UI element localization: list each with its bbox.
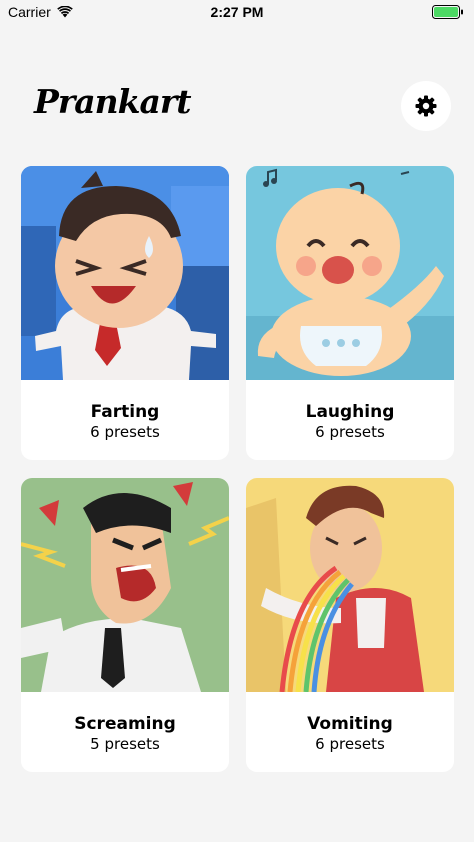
status-time: 2:27 PM xyxy=(210,4,264,20)
card-label-laughing: Laughing 6 presets xyxy=(246,380,454,460)
card-title: Laughing xyxy=(305,402,395,422)
category-card-screaming[interactable]: Screaming 5 presets xyxy=(21,478,229,772)
category-card-vomiting[interactable]: Vomiting 6 presets xyxy=(246,478,454,772)
screaming-illustration xyxy=(21,478,229,692)
card-title: Vomiting xyxy=(307,714,393,734)
card-label-screaming: Screaming 5 presets xyxy=(21,692,229,772)
vomiting-illustration xyxy=(246,478,454,692)
battery-icon xyxy=(432,5,463,19)
card-preset-count: 5 presets xyxy=(90,735,160,753)
farting-illustration xyxy=(21,166,229,380)
card-label-farting: Farting 6 presets xyxy=(21,380,229,460)
card-title: Screaming xyxy=(74,714,176,734)
card-preset-count: 6 presets xyxy=(90,423,160,441)
gear-icon xyxy=(415,95,437,117)
card-preset-count: 6 presets xyxy=(315,735,385,753)
settings-button[interactable] xyxy=(401,81,451,131)
card-preset-count: 6 presets xyxy=(315,423,385,441)
laughing-illustration xyxy=(246,166,454,380)
category-card-laughing[interactable]: Laughing 6 presets xyxy=(246,166,454,460)
status-bar: Carrier 2:27 PM xyxy=(0,0,474,24)
card-title: Farting xyxy=(90,402,160,422)
card-label-vomiting: Vomiting 6 presets xyxy=(246,692,454,772)
app-title: Prankart xyxy=(34,82,191,121)
category-card-farting[interactable]: Farting 6 presets xyxy=(21,166,229,460)
